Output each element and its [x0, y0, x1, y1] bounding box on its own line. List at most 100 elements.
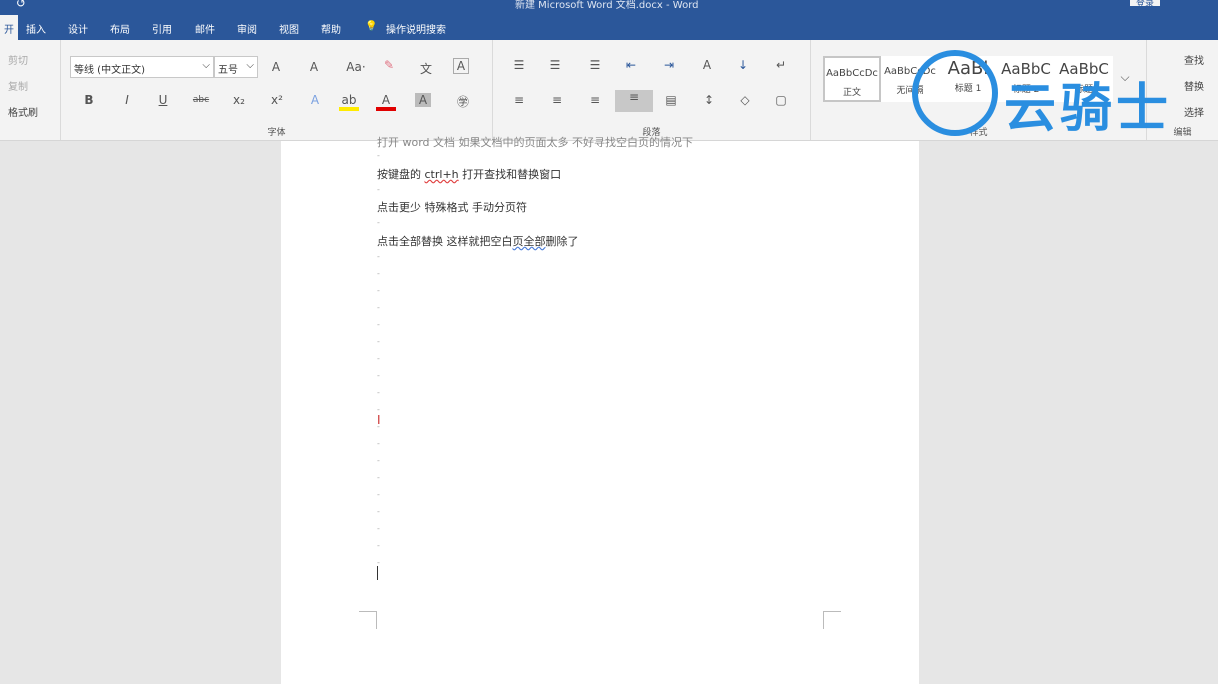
- tab-review[interactable]: 审阅: [237, 21, 257, 36]
- paragraph-mark: -: [377, 303, 380, 312]
- title-bar: ↺ 新建 Microsoft Word 文档.docx - Word 登录: [0, 0, 1218, 15]
- tab-layout[interactable]: 布局: [110, 21, 130, 36]
- doc-line-2: 按键盘的 ctrl+h 打开查找和替换窗口: [377, 166, 561, 182]
- font-name-value: 等线 (中文正文): [74, 65, 145, 76]
- paragraph-mark: -: [377, 507, 380, 516]
- text: 打开查找和替换窗口: [458, 168, 562, 181]
- borders-icon[interactable]: ▢: [771, 93, 791, 107]
- text: 删除了: [545, 235, 579, 248]
- superscript-icon[interactable]: x²: [267, 93, 287, 107]
- cut-button[interactable]: 剪切: [8, 52, 28, 67]
- paragraph-mark: -: [377, 371, 380, 380]
- text: ctrl+h: [424, 168, 459, 181]
- window-title: 新建 Microsoft Word 文档.docx - Word: [515, 0, 699, 11]
- lightbulb-icon: 💡: [365, 21, 378, 32]
- paragraph-group: ☰ ☰ ☰ ⇤ ⇥ A ↓ ↵ ≡ ≡ ≡ ≡ ▤ ↕ ◇ ▢ 段落: [493, 40, 811, 140]
- format-painter-button[interactable]: 格式刷: [8, 104, 38, 119]
- underline-icon[interactable]: U: [153, 93, 173, 107]
- paragraph-mark: -: [377, 185, 380, 194]
- align-left-icon[interactable]: ≡: [509, 93, 529, 107]
- show-marks-icon[interactable]: ↵: [771, 58, 791, 72]
- paragraph-mark: -: [377, 473, 380, 482]
- bold-icon[interactable]: B: [79, 93, 99, 107]
- paragraph-mark: -: [377, 524, 380, 533]
- decrease-indent-icon[interactable]: ⇤: [621, 58, 641, 72]
- undo-icon[interactable]: ↺: [16, 0, 26, 10]
- tab-view[interactable]: 视图: [279, 21, 299, 36]
- sort-icon[interactable]: ↓: [733, 58, 753, 72]
- insertion-caret: [377, 566, 378, 580]
- style-preview: AaBbCcDc: [826, 68, 878, 79]
- style-normal[interactable]: AaBbCcDc 正文: [823, 56, 881, 102]
- paragraph-mark: -: [377, 151, 380, 160]
- character-border-icon[interactable]: A: [453, 58, 469, 74]
- change-case-icon[interactable]: Aa·: [343, 60, 369, 74]
- text-effects-icon[interactable]: A: [305, 93, 325, 107]
- shading-icon[interactable]: ◇: [735, 93, 755, 107]
- paragraph-mark: -: [377, 269, 380, 278]
- distributed-icon[interactable]: ▤: [661, 93, 681, 107]
- asian-layout-icon[interactable]: A: [697, 58, 717, 72]
- line-spacing-icon[interactable]: ↕: [699, 93, 719, 107]
- paragraph-mark: -: [377, 218, 380, 227]
- align-right-icon[interactable]: ≡: [585, 93, 605, 107]
- strikethrough-icon[interactable]: abc: [191, 95, 211, 105]
- text: 页全部: [512, 235, 546, 248]
- font-group: 等线 (中文正文) ⌵ 五号 ⌵ A A Aa· ✎ 文 A B I U abc x…: [61, 40, 493, 140]
- doc-line-4: 点击全部替换 这样就把空白页全部删除了: [377, 233, 579, 249]
- bullets-icon[interactable]: ☰: [509, 58, 529, 72]
- page-corner-mark: [823, 611, 841, 629]
- enclose-character-icon[interactable]: ㊫: [453, 93, 473, 110]
- paragraph-mark: -: [377, 388, 380, 397]
- shrink-font-icon[interactable]: A: [304, 60, 324, 74]
- knight-logo-icon: [912, 50, 998, 136]
- paragraph-mark: -: [377, 490, 380, 499]
- paragraph-mark: -: [377, 252, 380, 261]
- watermark-logo: 云骑士: [912, 42, 1218, 139]
- grow-font-icon[interactable]: A: [266, 60, 286, 74]
- align-center-icon[interactable]: ≡: [547, 93, 567, 107]
- ribbon-tabs: 开 插入 设计 布局 引用 邮件 审阅 视图 帮助 💡 操作说明搜索: [0, 15, 1218, 40]
- multilevel-list-icon[interactable]: ☰: [585, 58, 605, 72]
- increase-indent-icon[interactable]: ⇥: [659, 58, 679, 72]
- copy-button[interactable]: 复制: [8, 78, 28, 93]
- paragraph-mark: -: [377, 286, 380, 295]
- chevron-down-icon: ⌵: [246, 60, 254, 71]
- font-name-select[interactable]: 等线 (中文正文) ⌵: [70, 56, 214, 78]
- text: 点击全部替换 这样就把空白: [377, 235, 513, 248]
- paragraph-mark: -: [377, 456, 380, 465]
- paragraph-mark: -: [377, 541, 380, 550]
- subscript-icon[interactable]: x₂: [229, 93, 249, 107]
- ribbon: 剪切 复制 格式刷 等线 (中文正文) ⌵ 五号 ⌵ A A Aa· ✎ 文 A B…: [0, 40, 1218, 141]
- font-size-value: 五号: [218, 65, 238, 76]
- paragraph-mark: -: [377, 354, 380, 363]
- tab-references[interactable]: 引用: [152, 21, 172, 36]
- tab-mailings[interactable]: 邮件: [195, 21, 215, 36]
- document-page[interactable]: 打开 word 文档 如果文档中的页面太多 不好寻找空白页的情况下 - 按键盘的…: [281, 136, 919, 684]
- phonetic-guide-icon[interactable]: 文: [416, 60, 436, 77]
- tab-help[interactable]: 帮助: [321, 21, 341, 36]
- tab-insert[interactable]: 插入: [26, 21, 46, 36]
- doc-line-3: 点击更少 特殊格式 手动分页符: [377, 201, 527, 214]
- tab-home[interactable]: 开: [0, 15, 18, 40]
- text: 按键盘的: [377, 168, 425, 181]
- justify-icon[interactable]: ≡: [615, 90, 653, 112]
- clear-format-icon[interactable]: ✎: [379, 58, 399, 72]
- font-color-icon[interactable]: A: [376, 93, 396, 111]
- text-cursor-icon: I: [377, 413, 381, 427]
- watermark-text: 云骑士: [1004, 79, 1173, 139]
- tab-design[interactable]: 设计: [68, 21, 88, 36]
- doc-line-1: 打开 word 文档 如果文档中的页面太多 不好寻找空白页的情况下: [377, 136, 694, 149]
- clipboard-group: 剪切 复制 格式刷: [0, 40, 61, 140]
- highlight-icon[interactable]: ab: [339, 93, 359, 111]
- style-name: 正文: [842, 88, 861, 98]
- font-size-select[interactable]: 五号 ⌵: [214, 56, 258, 78]
- paragraph-mark: -: [377, 337, 380, 346]
- italic-icon[interactable]: I: [117, 93, 137, 107]
- chevron-down-icon: ⌵: [202, 60, 210, 71]
- character-shading-icon[interactable]: A: [415, 93, 431, 107]
- tell-me-search[interactable]: 操作说明搜索: [386, 21, 446, 36]
- numbering-icon[interactable]: ☰: [545, 58, 565, 72]
- login-button[interactable]: 登录: [1130, 0, 1161, 9]
- paragraph-mark: -: [377, 320, 380, 329]
